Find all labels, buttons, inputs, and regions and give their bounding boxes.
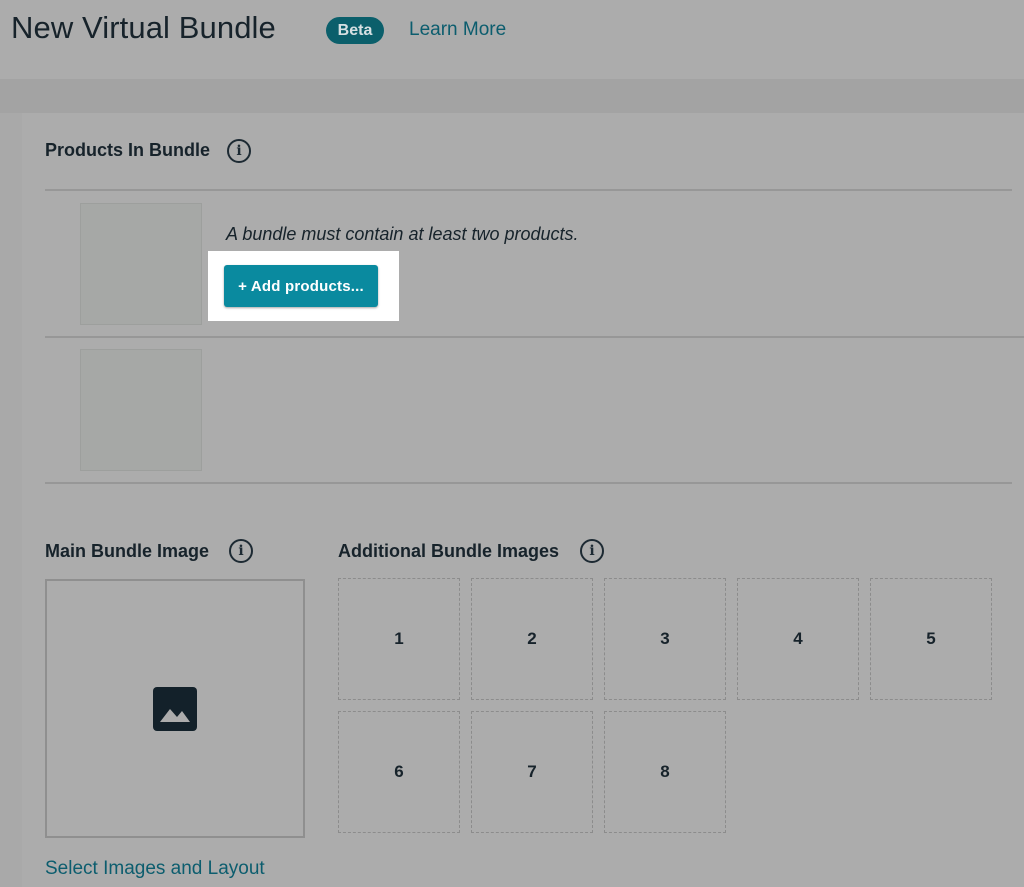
main-image-info-icon[interactable]: i bbox=[229, 539, 253, 563]
header-divider-band bbox=[0, 79, 1024, 113]
image-slot-1[interactable]: 1 bbox=[338, 578, 460, 700]
image-slot-4[interactable]: 4 bbox=[737, 578, 859, 700]
products-top-divider bbox=[45, 189, 1012, 191]
additional-images-title: Additional Bundle Images bbox=[338, 541, 560, 561]
additional-images-info-icon[interactable]: i bbox=[580, 539, 604, 563]
products-middle-divider bbox=[45, 336, 1024, 338]
product-placeholder-1 bbox=[80, 203, 202, 325]
image-icon bbox=[153, 686, 197, 731]
main-image-title: Main Bundle Image bbox=[45, 541, 210, 561]
add-products-button[interactable]: + Add products... bbox=[224, 265, 378, 307]
products-section-title: Products In Bundle bbox=[45, 140, 211, 160]
main-image-dropzone[interactable] bbox=[45, 579, 305, 838]
learn-more-link[interactable]: Learn More bbox=[409, 19, 506, 41]
products-bottom-divider bbox=[45, 482, 1012, 484]
select-images-layout-link[interactable]: Select Images and Layout bbox=[45, 858, 265, 880]
image-slot-8[interactable]: 8 bbox=[604, 711, 726, 833]
image-slot-3[interactable]: 3 bbox=[604, 578, 726, 700]
image-slot-2[interactable]: 2 bbox=[471, 578, 593, 700]
image-slot-6[interactable]: 6 bbox=[338, 711, 460, 833]
beta-badge: Beta bbox=[326, 17, 384, 44]
product-placeholder-2 bbox=[80, 349, 202, 471]
bundle-requirement-note: A bundle must contain at least two produ… bbox=[226, 224, 579, 244]
products-info-icon[interactable]: i bbox=[227, 139, 251, 163]
image-slot-7[interactable]: 7 bbox=[471, 711, 593, 833]
page-title: New Virtual Bundle bbox=[11, 10, 276, 45]
image-slot-5[interactable]: 5 bbox=[870, 578, 992, 700]
